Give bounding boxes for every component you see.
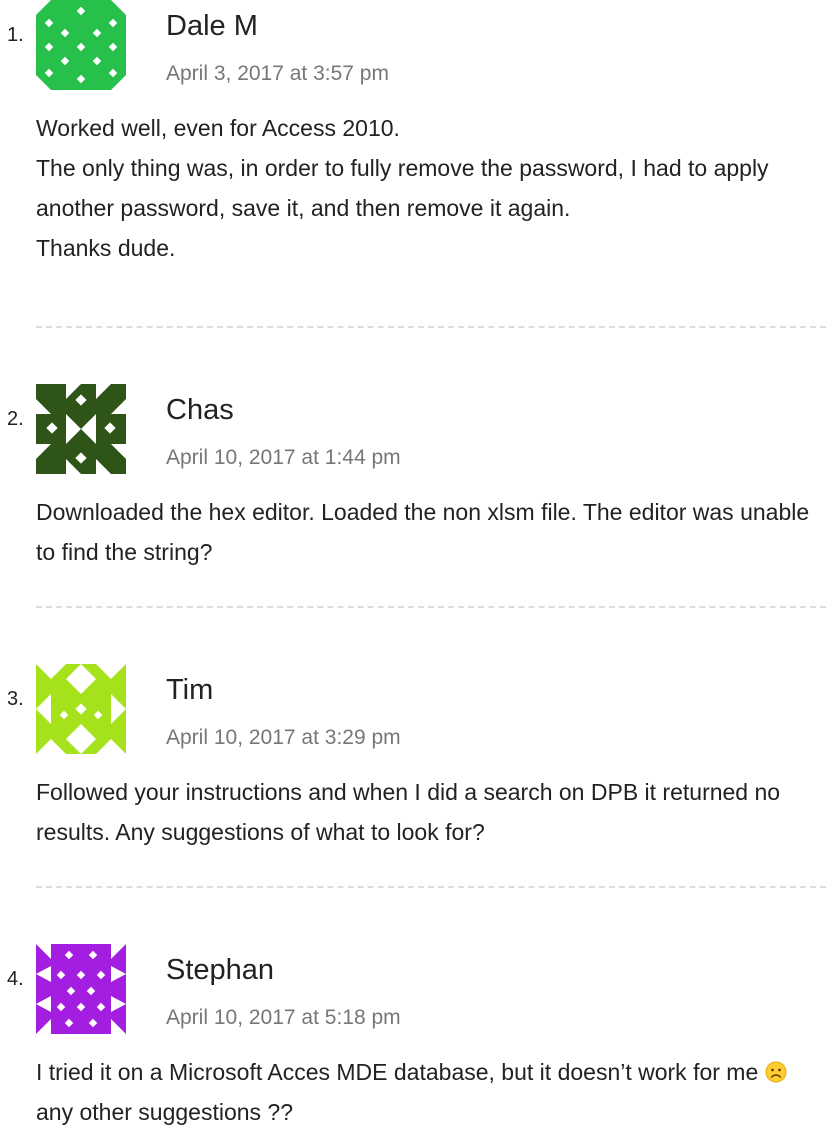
comment-divider xyxy=(36,886,826,888)
comment-author[interactable]: Tim xyxy=(166,674,213,707)
comment-number: 2. xyxy=(7,408,24,430)
comment-author[interactable]: Chas xyxy=(166,394,234,427)
comment-list: 1. Dale M April 3, 2017 at 3:57 pm Worke… xyxy=(0,0,826,1126)
comment-body: Followed your instructions and when I di… xyxy=(36,772,826,852)
slightly-frowning-face-icon xyxy=(765,1061,787,1083)
comment-date[interactable]: April 3, 2017 at 3:57 pm xyxy=(166,62,389,86)
comment-divider xyxy=(36,326,826,328)
comment-number: 1. xyxy=(7,24,24,46)
avatar xyxy=(36,0,126,90)
comment-body: Worked well, even for Access 2010. The o… xyxy=(36,108,826,268)
comment-text: Thanks dude. xyxy=(36,235,176,261)
avatar xyxy=(36,664,126,754)
comment-date[interactable]: April 10, 2017 at 5:18 pm xyxy=(166,1006,401,1030)
avatar xyxy=(36,384,126,474)
comment-body: I tried it on a Microsoft Acces MDE data… xyxy=(36,1052,826,1132)
comment-author[interactable]: Stephan xyxy=(166,954,274,987)
comment-text: The only thing was, in order to fully re… xyxy=(36,155,769,221)
comment-text-after: any other suggestions ?? xyxy=(36,1099,294,1125)
comment-text-before: I tried it on a Microsoft Acces MDE data… xyxy=(36,1059,759,1085)
comment-number: 4. xyxy=(7,968,24,990)
comment-text: Followed your instructions and when I di… xyxy=(36,779,781,845)
comment-date[interactable]: April 10, 2017 at 3:29 pm xyxy=(166,726,401,750)
comment-text: Downloaded the hex editor. Loaded the no… xyxy=(36,499,810,565)
comment-date[interactable]: April 10, 2017 at 1:44 pm xyxy=(166,446,401,470)
comment-text: Worked well, even for Access 2010. xyxy=(36,115,400,141)
comment-number: 3. xyxy=(7,688,24,710)
comment-author[interactable]: Dale M xyxy=(166,10,258,43)
comment-text: I tried it on a Microsoft Acces MDE data… xyxy=(36,1052,826,1132)
comment-body: Downloaded the hex editor. Loaded the no… xyxy=(36,492,826,572)
comment-divider xyxy=(36,606,826,608)
avatar xyxy=(36,944,126,1034)
